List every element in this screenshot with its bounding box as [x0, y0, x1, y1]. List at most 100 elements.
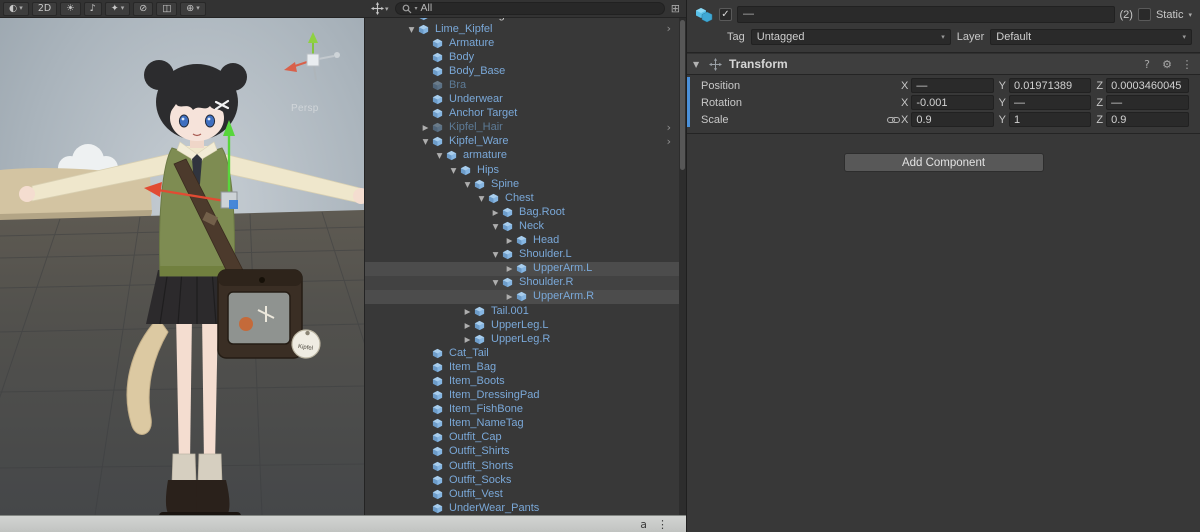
expand-arrow-icon[interactable]: ▼ — [461, 180, 474, 189]
hierarchy-item-tail-001[interactable]: ▶ Tail.001 — [365, 304, 679, 318]
hierarchy-item-item-dressingpad[interactable]: Item_DressingPad — [365, 389, 679, 403]
prefab-open-arrow-icon[interactable]: › — [667, 22, 671, 36]
hierarchy-scrollbar[interactable] — [679, 18, 686, 515]
kebab-menu-icon[interactable]: ⋮ — [1180, 58, 1194, 71]
scale-x-field[interactable]: 0.9 — [911, 112, 994, 127]
gizmo-z-handle[interactable] — [229, 200, 238, 209]
foldout-arrow-icon[interactable]: ▼ — [693, 60, 703, 69]
hierarchy-item-shoulder-l[interactable]: ▼ Shoulder.L — [365, 248, 679, 262]
rotation-z-field[interactable]: — — [1106, 95, 1190, 110]
hierarchy-item-outfit-socks[interactable]: Outfit_Socks — [365, 473, 679, 487]
hierarchy-item-chest[interactable]: ▼ Chest — [365, 191, 679, 205]
property-label[interactable]: Position — [701, 80, 885, 92]
collapse-arrow-icon[interactable]: ▶ — [503, 236, 516, 245]
hierarchy-item-bag-root[interactable]: ▶ Bag.Root — [365, 205, 679, 219]
active-checkbox[interactable]: ✓ — [719, 8, 732, 21]
position-x-field[interactable]: — — [911, 78, 994, 93]
camera-settings-button[interactable]: ◫ — [156, 1, 178, 16]
scene-lighting-button[interactable]: ☀ — [60, 1, 81, 16]
expand-arrow-icon[interactable]: ▼ — [489, 250, 502, 259]
rotation-x-field[interactable]: -0.001 — [911, 95, 994, 110]
tag-dropdown[interactable]: Untagged ▾ — [750, 29, 951, 45]
hierarchy-item-upperleg-l[interactable]: ▶ UpperLeg.L — [365, 318, 679, 332]
hierarchy-item-bra[interactable]: Bra — [365, 78, 679, 92]
scrollbar-thumb[interactable] — [680, 20, 685, 170]
hierarchy-item-outfit-vest[interactable]: Outfit_Vest — [365, 487, 679, 501]
transform-component-header[interactable]: ▼ Transform ? ⚙ ⋮ — [687, 53, 1200, 75]
hierarchy-item-shoulder-r[interactable]: ▼ Shoulder.R — [365, 275, 679, 290]
expand-arrow-icon[interactable]: ▼ — [419, 137, 432, 146]
prefab-open-arrow-icon[interactable]: › — [667, 121, 671, 135]
help-icon[interactable]: ? — [1140, 58, 1154, 71]
hierarchy-item-upperarm-l[interactable]: ▶ UpperArm.L — [365, 261, 679, 276]
layer-dropdown[interactable]: Default ▾ — [990, 29, 1192, 45]
hierarchy-item-item-boots[interactable]: Item_Boots — [365, 374, 679, 388]
hierarchy-item-body-base[interactable]: Body_Base — [365, 64, 679, 78]
static-checkbox[interactable] — [1137, 8, 1151, 21]
hierarchy-item-item-bag[interactable]: Item_Bag — [365, 360, 679, 374]
hierarchy-item-hips[interactable]: ▼ Hips — [365, 163, 679, 177]
hierarchy-item-armature[interactable]: ▼ armature — [365, 149, 679, 163]
collapse-arrow-icon[interactable]: ▶ — [503, 292, 516, 301]
hierarchy-item-underwear[interactable]: Underwear — [365, 93, 679, 107]
property-label[interactable]: Rotation — [701, 97, 885, 109]
statusbar-icon-1[interactable]: ⋮ — [657, 519, 668, 530]
hierarchy-item-neck[interactable]: ▼ Neck — [365, 219, 679, 233]
perspective-mode-label[interactable]: Persp — [291, 103, 319, 114]
expand-arrow-icon[interactable]: ▼ — [433, 151, 446, 160]
hierarchy-item-lime-kipfel[interactable]: ▼ Lime_Kipfel › — [365, 22, 679, 36]
collapse-arrow-icon[interactable]: ▶ — [461, 335, 474, 344]
shading-mode-button[interactable]: ◐ ▾ — [3, 1, 29, 16]
view-gizmo-center-cube[interactable] — [306, 53, 320, 67]
static-dropdown-icon[interactable]: ▾ — [1188, 11, 1192, 19]
scene-view[interactable]: Kipfel Persp — [0, 18, 365, 515]
create-object-button[interactable]: ▾ — [371, 2, 389, 15]
scale-z-field[interactable]: 0.9 — [1106, 112, 1190, 127]
scene-visibility-button[interactable]: ⊘ — [133, 1, 154, 16]
hierarchy-item-upperarm-r[interactable]: ▶ UpperArm.R — [365, 289, 679, 304]
hierarchy-item-spine[interactable]: ▼ Spine — [365, 177, 679, 191]
object-name-field[interactable]: — — [737, 6, 1115, 23]
scene-audio-button[interactable]: ♪ — [83, 1, 102, 16]
collapse-arrow-icon[interactable]: ▶ — [461, 321, 474, 330]
hierarchy-item-anchor-target[interactable]: Anchor Target — [365, 107, 679, 121]
hierarchy-item-upperleg-r[interactable]: ▶ UpperLeg.R — [365, 332, 679, 346]
hierarchy-item-outfit-shirts[interactable]: Outfit_Shirts — [365, 445, 679, 459]
hierarchy-item-underwear-pants[interactable]: UnderWear_Pants — [365, 501, 679, 515]
prefab-open-arrow-icon[interactable]: › — [667, 135, 671, 149]
hierarchy-item-cat-tail[interactable]: Cat_Tail — [365, 346, 679, 360]
gizmos-button[interactable]: ⊕ ▾ — [180, 1, 206, 16]
position-y-field[interactable]: 0.01971389 — [1009, 78, 1092, 93]
effects-button[interactable]: ✦ ▾ — [104, 1, 131, 16]
2d-toggle-button[interactable]: 2D — [31, 1, 58, 16]
hierarchy-item-outfit-cap[interactable]: Outfit_Cap — [365, 431, 679, 445]
view-gizmo-gray-cone[interactable] — [334, 52, 340, 58]
presets-icon[interactable]: ⚙ — [1160, 58, 1174, 71]
hierarchy-item-head[interactable]: ▶ Head — [365, 234, 679, 248]
scale-y-field[interactable]: 1 — [1009, 112, 1092, 127]
expand-arrow-icon[interactable]: ▼ — [489, 278, 502, 287]
hierarchy-item-item-nametag[interactable]: Item_NameTag — [365, 417, 679, 431]
hierarchy-item-armature[interactable]: Armature — [365, 36, 679, 50]
search-filter-caret-icon[interactable]: ▾ — [415, 5, 418, 12]
expand-arrow-icon[interactable]: ▼ — [447, 166, 460, 175]
hierarchy-item-kipfel-ware[interactable]: ▼ Kipfel_Ware › — [365, 135, 679, 149]
scale-link-icon[interactable] — [885, 115, 901, 125]
hierarchy-item-body[interactable]: Body — [365, 50, 679, 64]
window-options-icon[interactable]: ⊞ — [671, 2, 680, 15]
expand-arrow-icon[interactable]: ▼ — [475, 194, 488, 203]
hierarchy-item-outfit-shorts[interactable]: Outfit_Shorts — [365, 459, 679, 473]
add-component-button[interactable]: Add Component — [843, 153, 1044, 172]
hierarchy-item-item-fishbone[interactable]: Item_FishBone — [365, 403, 679, 417]
hierarchy-item-kipfel-hair[interactable]: ▶ Kipfel_Hair › — [365, 121, 679, 135]
collapse-arrow-icon[interactable]: ▶ — [489, 208, 502, 217]
statusbar-icon-0[interactable]: a — [640, 519, 647, 530]
collapse-arrow-icon[interactable]: ▶ — [461, 307, 474, 316]
expand-arrow-icon[interactable]: ▼ — [489, 222, 502, 231]
collapse-arrow-icon[interactable]: ▶ — [419, 123, 432, 132]
collapse-arrow-icon[interactable]: ▶ — [503, 264, 516, 273]
hierarchy-search-input[interactable]: ▾ All — [394, 2, 665, 15]
expand-arrow-icon[interactable]: ▼ — [405, 25, 418, 34]
position-z-field[interactable]: 0.0003460045 — [1106, 78, 1190, 93]
rotation-y-field[interactable]: — — [1009, 95, 1092, 110]
